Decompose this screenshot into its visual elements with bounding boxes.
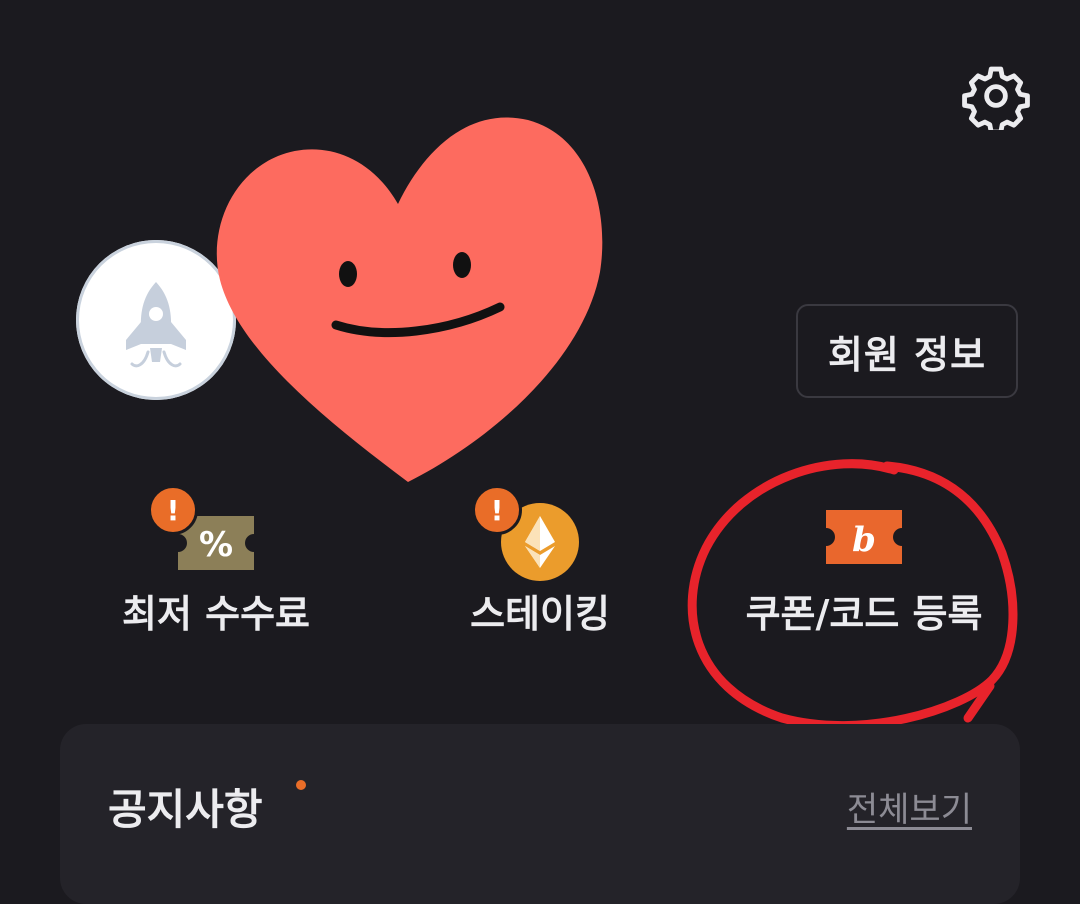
- heart-face-sticker: [216, 117, 603, 482]
- quick-menu-staking[interactable]: ! 스테이킹: [390, 485, 690, 648]
- quick-menu-label: 스테이킹: [470, 592, 610, 636]
- quick-menu-lowest-fee[interactable]: % ! 최저 수수료: [66, 485, 366, 648]
- svg-text:%: %: [199, 525, 233, 565]
- heart-sticker: [208, 112, 608, 488]
- quick-menu-coupon-code[interactable]: b 쿠폰/코드 등록: [714, 488, 1014, 648]
- view-all-link[interactable]: 전체보기: [847, 782, 972, 831]
- quick-menu-label: 최저 수수료: [121, 592, 311, 636]
- new-indicator-dot: [296, 780, 306, 790]
- b-coupon-icon: b: [822, 506, 906, 568]
- settings-button[interactable]: [962, 62, 1030, 135]
- gear-icon: [962, 66, 1030, 135]
- notice-title: 공지사항: [108, 785, 263, 834]
- notice-card: 공지사항 전체보기: [60, 724, 1020, 904]
- quick-menu-label: 쿠폰/코드 등록: [745, 592, 983, 636]
- alert-badge: !: [472, 485, 522, 535]
- alert-badge: !: [148, 485, 198, 535]
- member-info-button[interactable]: 회원 정보: [796, 304, 1018, 398]
- svg-text:b: b: [852, 520, 876, 560]
